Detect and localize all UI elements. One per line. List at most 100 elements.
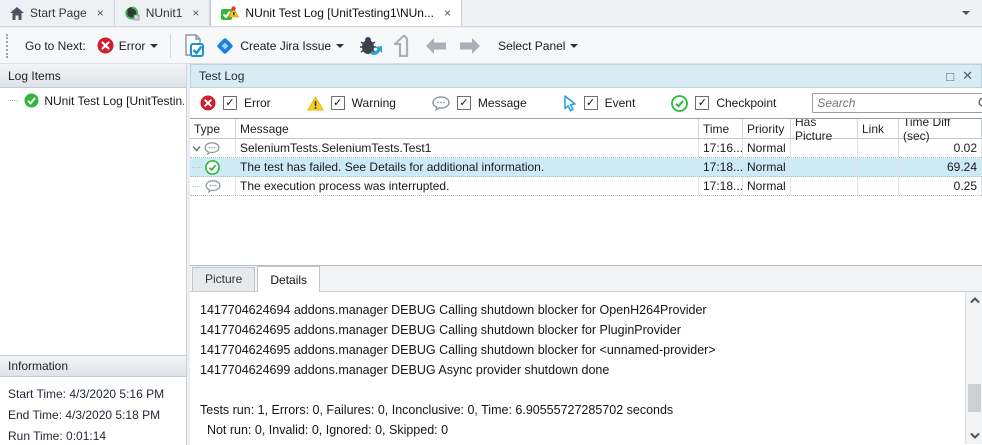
test-log-panel-header: Test Log □ ✕ <box>190 64 982 88</box>
search-icon[interactable] <box>978 97 982 110</box>
success-check-icon <box>24 93 39 108</box>
information-content: Start Time: 4/3/2020 5:16 PM End Time: 4… <box>0 377 186 445</box>
grid-header-row: Type Message Time Priority Has Picture L… <box>190 119 982 139</box>
close-icon[interactable]: × <box>192 6 199 20</box>
tab-label: Start Page <box>30 6 87 20</box>
column-header-message[interactable]: Message <box>236 119 699 138</box>
log-items-title: Log Items <box>8 69 61 83</box>
tab-label: NUnit Test Log [UnitTesting1\NUn... <box>245 6 434 20</box>
row-message: The execution process was interrupted. <box>236 177 699 195</box>
tree-line <box>192 167 202 168</box>
table-row-selected[interactable]: The test has failed. See Details for add… <box>190 158 982 177</box>
chevron-down-icon <box>150 44 158 48</box>
event-checkbox[interactable]: ✓ <box>584 96 598 110</box>
go-back-button[interactable] <box>419 34 453 58</box>
event-cursor-icon <box>563 95 577 112</box>
tree-line <box>8 100 19 101</box>
go-to-next-error-button[interactable]: Error <box>92 34 164 57</box>
go-up-button[interactable] <box>389 32 419 60</box>
tree-line <box>192 186 202 187</box>
filter-label: Message <box>478 96 527 110</box>
details-line: 1417704624695 addons.manager DEBUG Calli… <box>200 320 959 340</box>
row-message: The test has failed. See Details for add… <box>236 158 699 176</box>
details-tab-strip: Picture Details <box>190 266 982 292</box>
nunit-icon <box>125 6 140 21</box>
table-row[interactable]: SeleniumTests.SeleniumTests.Test1 17:16.… <box>190 139 982 158</box>
tab-details[interactable]: Details <box>257 266 320 292</box>
tab-start-page[interactable]: Start Page × <box>0 0 115 26</box>
scrollbar-thumb[interactable] <box>968 384 981 412</box>
details-line: Not run: 0, Invalid: 0, Ignored: 0, Skip… <box>200 420 959 440</box>
details-line <box>200 380 959 400</box>
row-time: 17:16... <box>699 139 743 157</box>
row-time: 17:18... <box>699 158 743 176</box>
log-items-tree: NUnit Test Log [UnitTestin... <box>0 88 186 355</box>
message-checkbox[interactable]: ✓ <box>457 96 471 110</box>
details-scrollbar[interactable] <box>965 292 982 444</box>
message-balloon-icon <box>205 180 221 193</box>
select-panel-label: Select Panel <box>498 39 565 53</box>
document-check-icon <box>183 34 205 58</box>
float-panel-icon[interactable]: □ <box>946 69 954 84</box>
row-has-picture <box>791 158 858 176</box>
column-header-priority[interactable]: Priority <box>743 119 791 138</box>
scroll-down-icon[interactable] <box>966 427 982 444</box>
toolbar-grip-handle[interactable] <box>6 34 11 58</box>
row-has-picture <box>791 177 858 195</box>
chevron-down-icon <box>570 44 578 48</box>
checkpoint-icon <box>205 160 220 175</box>
row-link <box>858 158 899 176</box>
report-bug-button[interactable] <box>353 31 389 61</box>
error-icon <box>97 37 114 54</box>
toolbar: Go to Next: Error <box>0 28 982 64</box>
column-header-time-diff[interactable]: Time Diff (sec) <box>899 119 982 138</box>
warning-checkbox[interactable]: ✓ <box>331 96 345 110</box>
close-panel-icon[interactable]: ✕ <box>962 68 973 84</box>
up-arrow-icon <box>394 35 414 57</box>
row-link <box>858 139 899 157</box>
row-message: SeleniumTests.SeleniumTests.Test1 <box>236 139 699 157</box>
tab-nunit1[interactable]: NUnit1 × <box>115 0 211 26</box>
filter-warning: ✓ Warning <box>307 96 396 111</box>
select-panel-button[interactable]: Select Panel <box>493 36 583 56</box>
close-icon[interactable]: × <box>97 6 104 20</box>
filter-label: Checkpoint <box>716 96 776 110</box>
error-checkbox[interactable]: ✓ <box>223 96 237 110</box>
error-icon <box>200 95 216 111</box>
column-header-type[interactable]: Type <box>190 119 236 138</box>
row-time-diff: 69.24 <box>899 158 982 176</box>
go-forward-button[interactable] <box>453 34 487 58</box>
log-item-nunit-test-log[interactable]: NUnit Test Log [UnitTestin... <box>0 88 186 112</box>
jira-icon <box>215 36 235 56</box>
checkpoint-checkbox[interactable]: ✓ <box>695 96 709 110</box>
column-header-time[interactable]: Time <box>699 119 743 138</box>
toolbar-separator <box>170 34 171 58</box>
scroll-up-icon[interactable] <box>966 292 982 309</box>
row-priority: Normal <box>743 139 791 157</box>
filter-label: Error <box>244 96 271 110</box>
table-row[interactable]: The execution process was interrupted. 1… <box>190 177 982 196</box>
row-priority: Normal <box>743 177 791 195</box>
tab-nunit-test-log[interactable]: NUnit Test Log [UnitTesting1\NUn... × <box>210 0 462 26</box>
column-header-link[interactable]: Link <box>858 119 899 138</box>
go-to-next-label: Go to Next: <box>25 39 86 53</box>
tab-label: NUnit1 <box>146 6 183 20</box>
search-input[interactable] <box>813 96 978 110</box>
details-pane: 1417704624694 addons.manager DEBUG Calli… <box>190 292 982 444</box>
run-time-text: Run Time: 0:01:14 <box>8 426 178 445</box>
application-window: Start Page × NUnit1 × <box>0 0 982 445</box>
filter-label: Warning <box>352 96 396 110</box>
tab-picture[interactable]: Picture <box>192 267 255 291</box>
expander-chevron-down-icon[interactable] <box>192 145 201 152</box>
column-header-has-picture[interactable]: Has Picture <box>791 119 858 138</box>
post-summary-button[interactable] <box>178 31 210 61</box>
close-icon[interactable]: × <box>444 6 451 20</box>
information-panel-header: Information <box>0 355 186 377</box>
filter-bar: ✓ Error ✓ Warning ✓ Message <box>190 88 982 119</box>
home-icon <box>10 7 24 20</box>
warning-icon <box>307 96 324 111</box>
tab-list-chevron-down-icon[interactable] <box>962 11 970 15</box>
details-line: 1417704624699 addons.manager DEBUG Async… <box>200 360 959 380</box>
left-arrow-icon <box>424 37 448 55</box>
create-jira-issue-button[interactable]: Create Jira Issue <box>210 33 349 59</box>
